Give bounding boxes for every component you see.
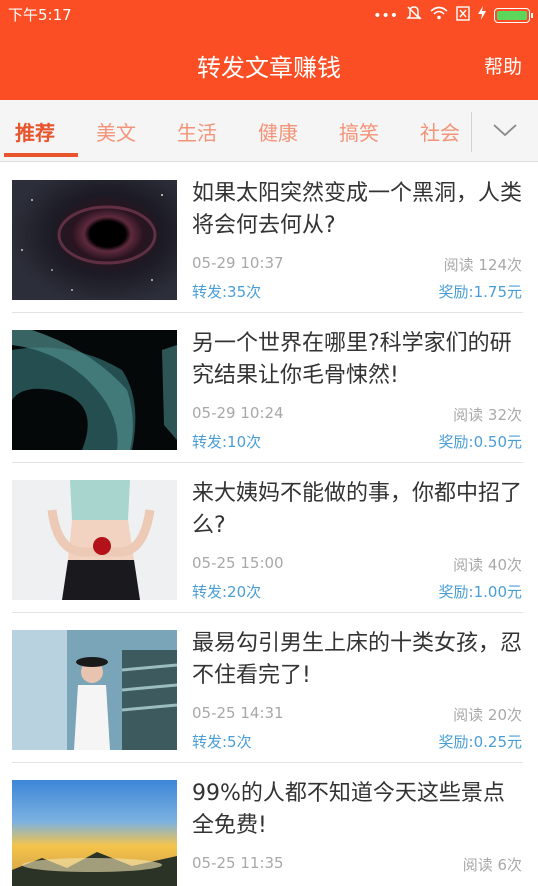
- tab-funny[interactable]: 搞笑: [339, 117, 379, 146]
- article-thumbnail: [12, 180, 177, 300]
- sim-icon: [456, 5, 470, 26]
- article-read-count: 阅读 40次: [453, 556, 522, 574]
- tab-health[interactable]: 健康: [258, 117, 298, 146]
- category-tabs: 推荐 美文 生活 健康 搞笑 社会: [0, 100, 538, 162]
- tab-recommended[interactable]: 推荐: [15, 117, 55, 146]
- tab-life[interactable]: 生活: [177, 117, 217, 146]
- app-header: 转发文章赚钱 帮助: [0, 28, 538, 100]
- article-reward: 奖励:0.50元: [438, 433, 522, 451]
- article-item[interactable]: 99%的人都不知道今天这些景点全免费! 05-25 11:35 阅读 6次: [0, 763, 538, 886]
- article-read-count: 阅读 20次: [453, 706, 522, 724]
- article-item[interactable]: 如果太阳突然变成一个黑洞，人类将会何去何从? 05-29 10:37 阅读 12…: [0, 163, 538, 313]
- article-title[interactable]: 99%的人都不知道今天这些景点全免费!: [192, 778, 522, 842]
- article-share-count: 转发:5次: [192, 733, 252, 751]
- article-thumbnail: [12, 780, 177, 886]
- article-title[interactable]: 如果太阳突然变成一个黑洞，人类将会何去何从?: [192, 178, 522, 242]
- article-read-count: 阅读 32次: [453, 406, 522, 424]
- page-title: 转发文章赚钱: [197, 54, 341, 82]
- article-read-count: 阅读 124次: [443, 256, 522, 274]
- article-read-count: 阅读 6次: [462, 856, 522, 874]
- status-icons: •••: [373, 5, 533, 26]
- article-date: 05-29 10:24: [192, 404, 284, 422]
- article-item[interactable]: 最易勾引男生上床的十类女孩，忍不住看完了! 05-25 14:31 阅读 20次…: [0, 613, 538, 763]
- article-date: 05-25 14:31: [192, 704, 284, 722]
- mute-icon: [406, 5, 422, 26]
- chevron-down-icon: [493, 124, 517, 137]
- tab-society[interactable]: 社会: [420, 117, 460, 146]
- status-bar: 下午5:17 •••: [0, 0, 538, 28]
- article-reward: 奖励:1.75元: [438, 283, 522, 301]
- article-share-count: 转发:35次: [192, 283, 262, 301]
- article-thumbnail: [12, 480, 177, 600]
- wifi-icon: [430, 6, 448, 25]
- battery-icon: [494, 8, 533, 23]
- article-title[interactable]: 来大姨妈不能做的事，你都中招了么?: [192, 478, 522, 542]
- article-date: 05-29 10:37: [192, 254, 284, 272]
- article-thumbnail: [12, 330, 177, 450]
- article-reward: 奖励:0.25元: [438, 733, 522, 751]
- article-date: 05-25 15:00: [192, 554, 284, 572]
- more-dots-icon: •••: [373, 7, 398, 24]
- article-reward: 奖励:1.00元: [438, 583, 522, 601]
- article-share-count: 转发:10次: [192, 433, 262, 451]
- charging-icon: [478, 6, 486, 25]
- article-item[interactable]: 另一个世界在哪里?科学家们的研究结果让你毛骨悚然! 05-29 10:24 阅读…: [0, 313, 538, 463]
- article-title[interactable]: 最易勾引男生上床的十类女孩，忍不住看完了!: [192, 628, 522, 692]
- expand-tabs-button[interactable]: [472, 100, 538, 162]
- active-tab-indicator: [4, 153, 78, 157]
- status-time: 下午5:17: [8, 6, 72, 24]
- help-button[interactable]: 帮助: [484, 52, 522, 79]
- article-title[interactable]: 另一个世界在哪里?科学家们的研究结果让你毛骨悚然!: [192, 328, 522, 392]
- article-item[interactable]: 来大姨妈不能做的事，你都中招了么? 05-25 15:00 阅读 40次 转发:…: [0, 463, 538, 613]
- article-thumbnail: [12, 630, 177, 750]
- tab-essays[interactable]: 美文: [96, 117, 136, 146]
- article-date: 05-25 11:35: [192, 854, 284, 872]
- article-share-count: 转发:20次: [192, 583, 262, 601]
